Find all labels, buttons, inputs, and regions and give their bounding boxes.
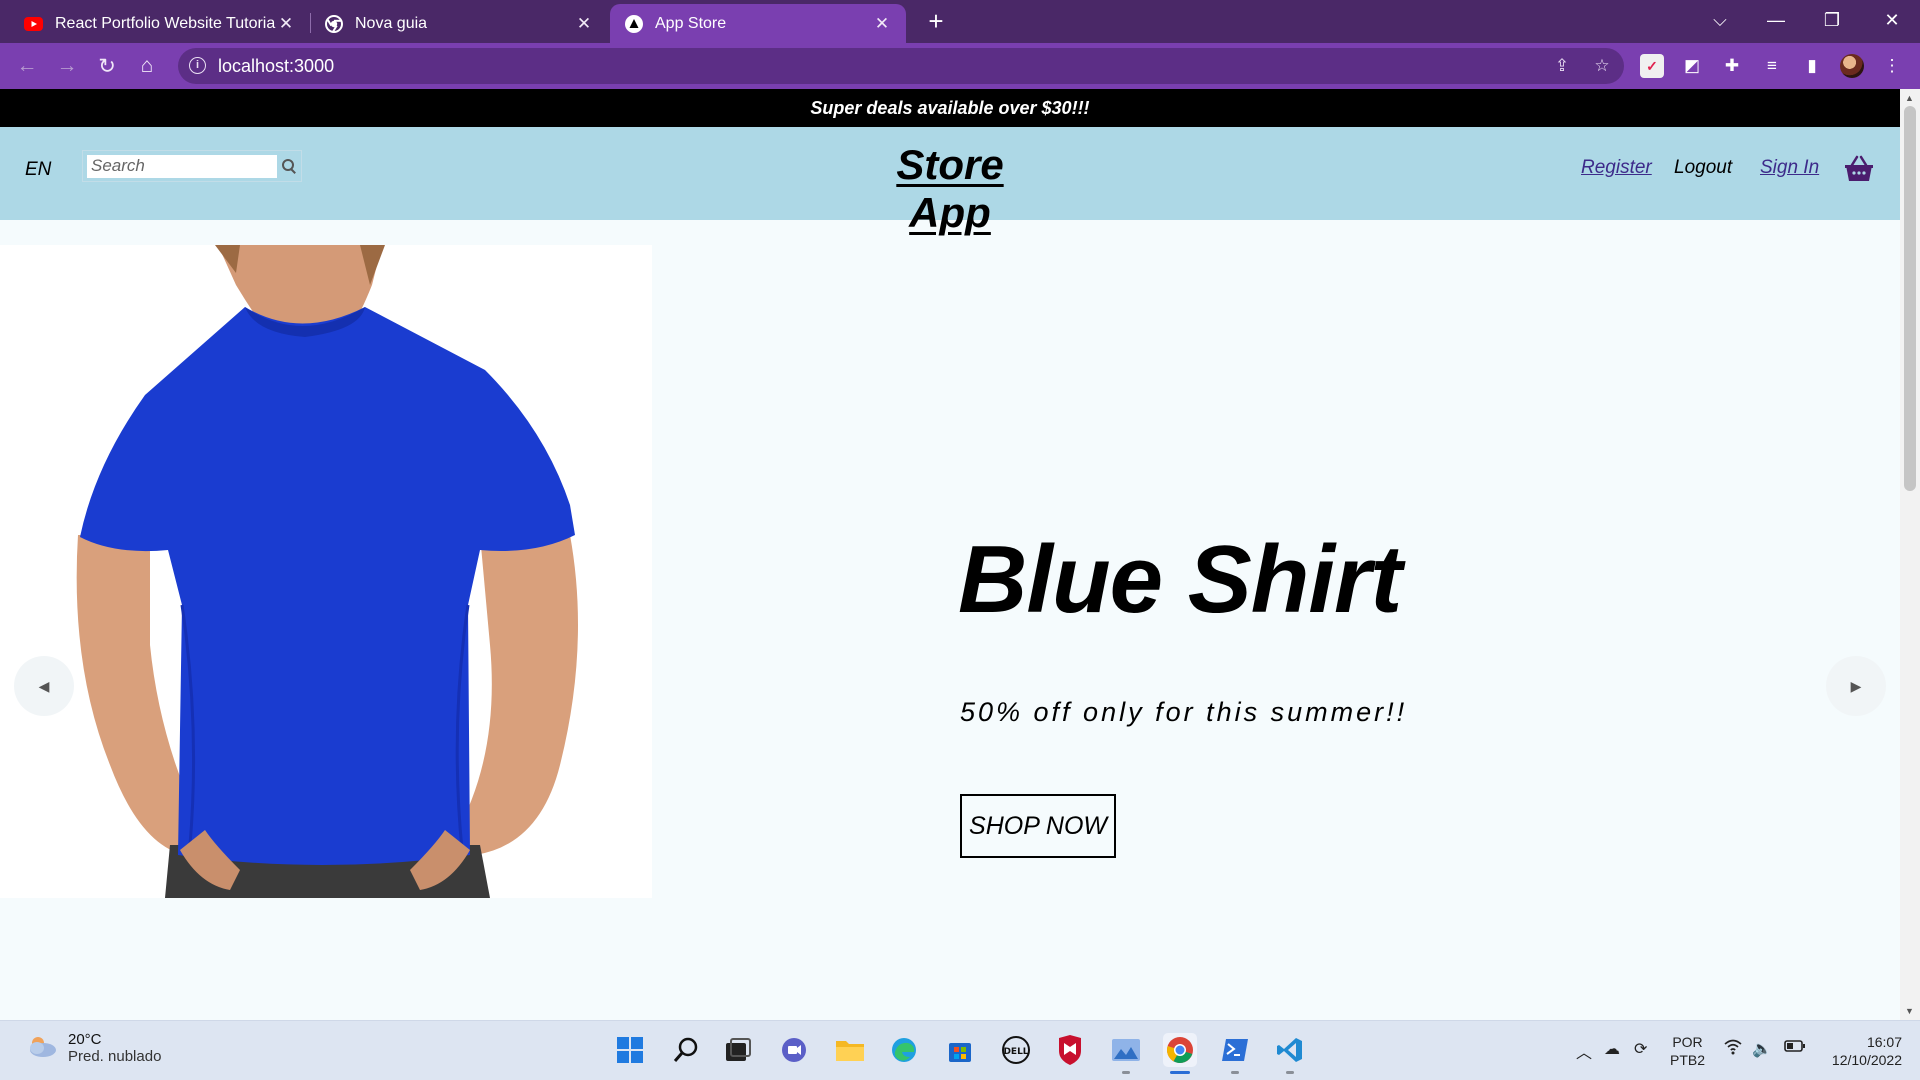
menu-kebab-icon[interactable]: ⋮: [1880, 54, 1904, 78]
slide-description: 50% off only for this summer!!: [960, 697, 1408, 727]
microsoft-store-icon[interactable]: [943, 1033, 977, 1067]
search-container: [82, 150, 302, 182]
windows-start-icon[interactable]: [613, 1033, 647, 1067]
reload-icon[interactable]: ↻: [92, 51, 122, 81]
keyboard-layout: PTB2: [1670, 1052, 1706, 1068]
clock-date: 12/10/2022: [1831, 1052, 1902, 1068]
shopping-basket-icon[interactable]: [1843, 153, 1875, 185]
weather-widget[interactable]: 20°C Pred. nublado: [26, 1031, 161, 1065]
browser-toolbar: ← → ↻ ⌂ i localhost:3000 ⇪ ☆ ✓ ◩ ✚ ≡ ▮ ⋮: [0, 43, 1920, 89]
dell-icon[interactable]: DELL: [999, 1033, 1033, 1067]
address-bar[interactable]: i localhost:3000 ⇪ ☆: [178, 48, 1624, 84]
edge-browser-icon[interactable]: [887, 1033, 921, 1067]
language-selector[interactable]: EN: [25, 159, 51, 181]
windows-taskbar: 20°C Pred. nublado DELL ︿ ☁ ⟳ POR PTB2 🔈…: [0, 1020, 1920, 1080]
address-url[interactable]: localhost:3000: [218, 56, 334, 77]
volume-icon[interactable]: 🔈: [1752, 1039, 1772, 1059]
sign-in-link[interactable]: Sign In: [1760, 157, 1819, 179]
mcafee-icon[interactable]: [1053, 1033, 1087, 1067]
close-tab-icon[interactable]: ✕: [574, 14, 594, 34]
extension-icon[interactable]: ◩: [1680, 54, 1704, 78]
tab-title: Nova guia: [355, 14, 428, 32]
close-tab-icon[interactable]: ✕: [872, 14, 892, 34]
close-window-button[interactable]: ✕: [1866, 0, 1918, 40]
scroll-up-arrow-icon[interactable]: ▲: [1905, 93, 1914, 103]
share-icon[interactable]: ⇪: [1550, 54, 1574, 78]
product-image-blue-shirt: [0, 245, 652, 898]
browser-tab-bar: React Portfolio Website Tutorial | ✕ Nov…: [0, 0, 1920, 43]
slider-prev-arrow-icon[interactable]: ◀: [14, 656, 74, 716]
side-panel-icon[interactable]: ▮: [1800, 54, 1824, 78]
language-code: POR: [1672, 1034, 1703, 1050]
profile-avatar[interactable]: [1840, 54, 1864, 78]
shop-now-button[interactable]: SHOP NOW: [960, 794, 1116, 858]
clock-time: 16:07: [1866, 1034, 1902, 1050]
active-app-indicator: [1170, 1071, 1190, 1074]
running-indicator: [1122, 1071, 1130, 1074]
reading-list-icon[interactable]: ≡: [1760, 54, 1784, 78]
weather-description: Pred. nublado: [68, 1048, 162, 1065]
close-tab-icon[interactable]: ✕: [276, 14, 296, 34]
running-indicator: [1231, 1071, 1239, 1074]
new-tab-button[interactable]: +: [920, 6, 952, 38]
slide-title: Blue Shirt: [958, 526, 1402, 633]
restore-button[interactable]: ❐: [1806, 0, 1858, 40]
running-indicator: [1286, 1071, 1294, 1074]
pocket-extension-icon[interactable]: ✓: [1640, 54, 1664, 78]
tab-title: React Portfolio Website Tutorial |: [55, 14, 276, 32]
extensions-puzzle-icon[interactable]: ✚: [1720, 54, 1744, 78]
home-icon[interactable]: ⌂: [132, 51, 162, 81]
cloud-weather-icon: [26, 1034, 58, 1063]
navbar: EN Store App Register Logout Sign In: [0, 127, 1900, 236]
search-input[interactable]: [87, 154, 277, 178]
site-info-icon[interactable]: i: [189, 57, 206, 74]
forward-arrow-icon[interactable]: →: [52, 51, 82, 81]
wifi-icon[interactable]: [1724, 1039, 1742, 1060]
tab-nova-guia[interactable]: Nova guia ✕: [310, 4, 608, 43]
announcement-bar: Super deals available over $30!!!: [0, 89, 1900, 127]
sync-icon[interactable]: ⟳: [1634, 1039, 1647, 1059]
onedrive-cloud-icon[interactable]: ☁: [1604, 1039, 1620, 1059]
back-arrow-icon[interactable]: ←: [12, 51, 42, 81]
photos-icon[interactable]: [1109, 1033, 1143, 1067]
vscode-icon[interactable]: [1273, 1033, 1307, 1067]
youtube-icon: [24, 14, 43, 33]
show-hidden-icons-chevron-icon[interactable]: ︿: [1576, 1039, 1592, 1063]
chrome-taskbar-icon[interactable]: [1163, 1033, 1197, 1067]
register-link[interactable]: Register: [1581, 157, 1652, 179]
scroll-down-arrow-icon[interactable]: ▼: [1905, 1006, 1914, 1016]
chrome-icon: [324, 14, 343, 33]
tab-app-store[interactable]: App Store ✕: [610, 4, 906, 43]
page-scrollbar[interactable]: ▲ ▼: [1900, 89, 1920, 1020]
search-icon[interactable]: [281, 158, 297, 174]
file-explorer-icon[interactable]: [833, 1033, 867, 1067]
battery-icon[interactable]: [1784, 1039, 1806, 1058]
svg-text:DELL: DELL: [1003, 1047, 1028, 1057]
powershell-icon[interactable]: [1218, 1033, 1252, 1067]
weather-temperature: 20°C: [68, 1031, 102, 1048]
bookmark-star-icon[interactable]: ☆: [1590, 54, 1614, 78]
input-language-indicator[interactable]: POR PTB2: [1670, 1033, 1705, 1069]
minimize-button[interactable]: —: [1750, 0, 1802, 40]
teams-chat-icon[interactable]: [777, 1033, 811, 1067]
tab-search-chevron-icon[interactable]: ⌵: [1694, 0, 1746, 40]
slider-next-arrow-icon[interactable]: ▶: [1826, 656, 1886, 716]
app-store-icon: [624, 14, 643, 33]
clock[interactable]: 16:07 12/10/2022: [1818, 1033, 1902, 1069]
logout-link[interactable]: Logout: [1674, 157, 1732, 179]
search-icon[interactable]: [669, 1033, 703, 1067]
tab-title: App Store: [655, 14, 727, 32]
tab-react-portfolio[interactable]: React Portfolio Website Tutorial | ✕: [10, 4, 310, 43]
scrollbar-thumb[interactable]: [1904, 106, 1916, 491]
task-view-icon[interactable]: [721, 1033, 755, 1067]
store-logo[interactable]: Store App: [860, 141, 1040, 237]
